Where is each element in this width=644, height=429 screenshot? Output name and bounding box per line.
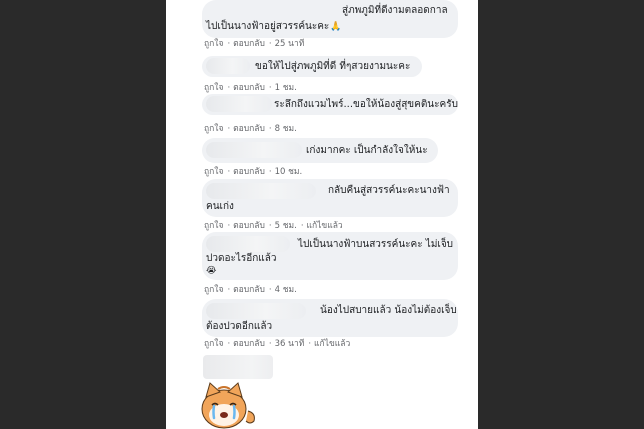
comment-actions: ถูกใจ · ตอบกลับ · 1 ชม. (204, 83, 297, 93)
comment-timestamp[interactable]: 25 นาที (275, 39, 305, 49)
like-link[interactable]: ถูกใจ (204, 39, 223, 49)
comment-text-line: คนเก่ง (206, 201, 234, 212)
comment-text-line: ระลึกถึงแวมไพร์...ขอให้น้องสู่สุขคตินะคร… (274, 99, 458, 110)
reply-link[interactable]: ตอบกลับ (233, 124, 265, 134)
like-link[interactable]: ถูกใจ (204, 285, 223, 295)
comment-text-line: น้องไปสบายแล้ว น้องไม่ต้องเจ็บ (320, 305, 457, 316)
commenter-name-blurred (206, 183, 316, 199)
comment-text-line: กลับคืนสู่สวรรค์นะคะนางฟ้า (328, 185, 450, 196)
comment-bubble: ขอให้ไปสู่ภพภูมิที่ดี ที่ๆสวยงามนะคะ (202, 56, 422, 77)
comment-timestamp[interactable]: 10 ชม. (275, 167, 303, 177)
reply-link[interactable]: ตอบกลับ (233, 285, 265, 295)
reply-link[interactable]: ตอบกลับ (233, 39, 265, 49)
comment-bubble: ระลึกถึงแวมไพร์...ขอให้น้องสู่สุขคตินะคร… (202, 94, 458, 115)
like-link[interactable]: ถูกใจ (204, 339, 223, 349)
like-link[interactable]: ถูกใจ (204, 124, 223, 134)
comment-timestamp[interactable]: 36 นาที (275, 339, 305, 349)
comment-bubble: กลับคืนสู่สวรรค์นะคะนางฟ้า คนเก่ง (202, 179, 458, 217)
like-link[interactable]: ถูกใจ (204, 83, 223, 93)
comment-timestamp[interactable]: 8 ชม. (275, 124, 297, 134)
edited-label: แก้ไขแล้ว (306, 221, 343, 231)
comment-actions: ถูกใจ · ตอบกลับ · 8 ชม. (204, 124, 297, 134)
comment-bubble: เก่งมากคะ เป็นกำลังใจให้นะ (202, 138, 438, 163)
comment-actions: ถูกใจ · ตอบกลับ · 10 ชม. (204, 167, 303, 177)
comment-text-line: เก่งมากคะ เป็นกำลังใจให้นะ (306, 145, 428, 156)
comment-text-line: ไปเป็นนางฟ้าบนสวรรค์นะคะ ไม่เจ็บ (298, 239, 454, 250)
commenter-name-blurred (206, 58, 250, 74)
comment-timestamp[interactable]: 4 ชม. (275, 285, 297, 295)
comment-actions: ถูกใจ · ตอบกลับ · 4 ชม. (204, 285, 297, 295)
comment-timestamp[interactable]: 5 ชม. (275, 221, 297, 231)
comment-bubble: ไปเป็นนางฟ้าบนสวรรค์นะคะ ไม่เจ็บ ปวดอะไร… (202, 232, 458, 280)
screenshot-frame: สู่ภพภูมิที่ดีงามตลอดกาล ไปเป็นนางฟ้าอยู… (0, 0, 644, 429)
comment-timestamp[interactable]: 1 ชม. (275, 83, 297, 93)
comment-text-line: ขอให้ไปสู่ภพภูมิที่ดี ที่ๆสวยงามนะคะ (255, 61, 411, 72)
comment-bubble: น้องไปสบายแล้ว น้องไม่ต้องเจ็บ ต้องปวดอี… (202, 299, 458, 337)
commenter-name-blurred (206, 96, 272, 112)
commenter-name-blurred (206, 142, 302, 158)
pray-emoji-icon: 🙏 (330, 22, 342, 32)
comment-text-line: ปวดอะไรอีกแล้ว (206, 253, 277, 264)
comment-actions: ถูกใจ · ตอบกลับ · 5 ชม. · แก้ไขแล้ว (204, 221, 343, 231)
comment-text-line: สู่ภพภูมิที่ดีงามตลอดกาล (342, 5, 448, 16)
comment-actions: ถูกใจ · ตอบกลับ · 25 นาที (204, 39, 305, 49)
reply-link[interactable]: ตอบกลับ (233, 339, 265, 349)
like-link[interactable]: ถูกใจ (204, 221, 223, 231)
comment-text-line: ไปเป็นนางฟ้าอยู่สวรรค์นะคะ🙏 (206, 18, 342, 36)
edited-label: แก้ไขแล้ว (314, 339, 351, 349)
reply-link[interactable]: ตอบกลับ (233, 83, 265, 93)
reply-link[interactable]: ตอบกลับ (233, 167, 265, 177)
like-link[interactable]: ถูกใจ (204, 167, 223, 177)
crying-emoji-icon: 😭 (206, 266, 217, 276)
commenter-name-blurred (206, 303, 306, 319)
reply-link[interactable]: ตอบกลับ (233, 221, 265, 231)
comment-text-line: ต้องปวดอีกแล้ว (206, 321, 273, 332)
crying-cat-sticker-icon (201, 382, 255, 429)
comment-actions: ถูกใจ · ตอบกลับ · 36 นาที · แก้ไขแล้ว (204, 339, 351, 349)
comment-bubble: สู่ภพภูมิที่ดีงามตลอดกาล ไปเป็นนางฟ้าอยู… (202, 0, 458, 38)
